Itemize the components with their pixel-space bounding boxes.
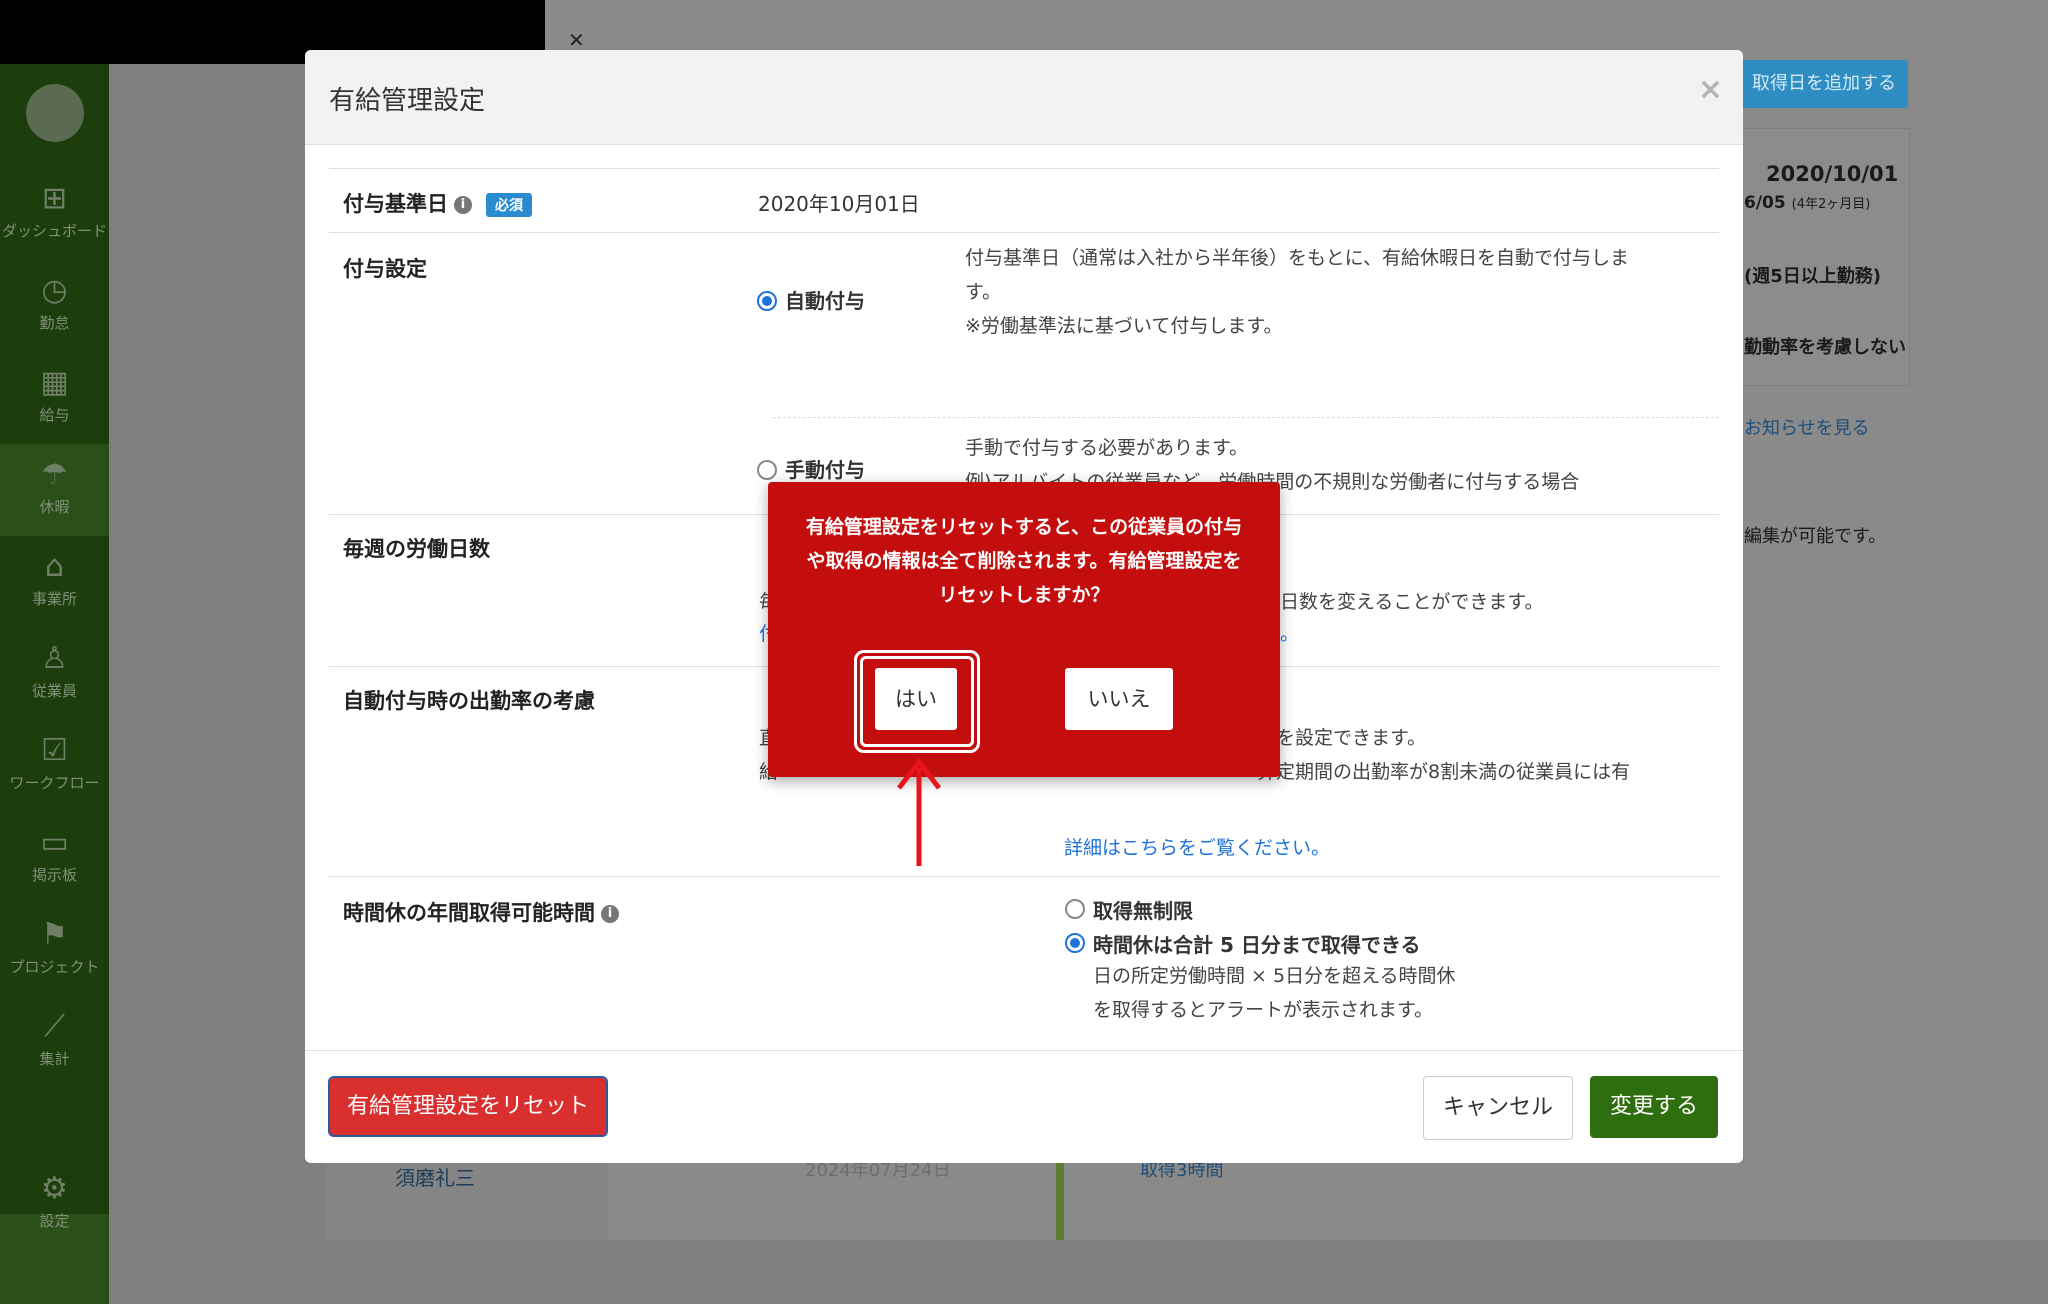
attendance-desc-1: かを設定できます。 [1257,727,1427,749]
row-label: 時間休の年間取得可能時間 i [343,897,619,927]
add-date-button[interactable]: 取得日を追加する [1740,60,1908,108]
row-label: 自動付与時の出勤率の考慮 [343,689,595,713]
divider [773,417,1719,418]
sidebar-item-settings[interactable]: ⚙ 設定 [0,1172,109,1231]
sidebar-item-label: 勤怠 [39,314,70,332]
auto-grant-label[interactable]: 自動付与 [785,285,865,314]
row-label: 毎週の労働日数 [343,537,490,561]
confirm-no-button[interactable]: いいえ [1065,668,1173,730]
unlimited-label[interactable]: 取得無制限 [1093,895,1193,924]
row-base-date: 付与基準日 i 必須 2020年10月01日 [329,168,1719,232]
employee-name[interactable]: 須磨礼三 [395,1162,475,1191]
sidebar-item-reports[interactable]: ⟋ 集計 [0,1010,109,1069]
person-icon: ♙ [41,641,68,676]
hourly-note: 日の所定労働時間 × 5日分を超える時間休 を取得するとアラートが表示されます。 [1093,965,1456,1021]
sidebar-item-label: ワークフロー [9,774,100,792]
confirm-message: 有給管理設定をリセットすると、この従業員の付与や取得の情報は全て削除されます。有… [805,516,1243,606]
modal-header: 有給管理設定 × [305,50,1743,145]
manual-grant-radio[interactable] [757,460,777,480]
attendance-desc-2: 算定期間の出勤率が8割未満の従業員には有 [1257,761,1631,783]
timeline-line [1056,1160,1064,1240]
checklist-icon: ☑ [41,733,68,768]
unlimited-radio[interactable] [1065,899,1085,919]
auto-grant-desc: 付与基準日（通常は入社から半年後）をもとに、有給休暇日を自動で付与しま す。 ※… [965,247,1630,337]
info-icon[interactable]: i [454,196,472,214]
base-date-value: 2020年10月01日 [758,192,920,216]
base-date-value: 2020/10/01 [1766,162,1899,186]
close-icon[interactable]: × [1698,72,1723,107]
sidebar-item-label: 給与 [39,406,70,424]
sidebar-item-board[interactable]: ▭ 掲示板 [0,826,109,885]
modal-title: 有給管理設定 [329,86,486,116]
row-grant-setting: 付与設定 自動付与 付与基準日（通常は入社から半年後）をもとに、有給休暇日を自動… [329,232,1719,515]
sidebar: ⊞ ダッシュボード ◷ 勤怠 ▦ 給与 ☂ 休暇 ⌂ 事業所 ♙ 従業員 ☑ ワ… [0,64,109,1304]
sidebar-item-dashboard[interactable]: ⊞ ダッシュボード [0,182,109,241]
sidebar-item-label: 設定 [39,1212,70,1230]
reset-confirm-popover: 有給管理設定をリセットすると、この従業員の付与や取得の情報は全て削除されます。有… [768,482,1280,777]
sidebar-item-leave[interactable]: ☂ 休暇 [0,444,109,536]
weekly-days-desc: る日数を変えることができます。 [1261,591,1544,613]
sidebar-item-label: 事業所 [31,590,77,608]
calculator-icon: ▦ [40,365,69,400]
notice-link[interactable]: お知らせを見る [1744,414,1870,440]
work-days-value: (週5日以上勤務) [1744,266,1881,287]
clock-icon: ◷ [41,273,68,308]
gear-icon: ⚙ [41,1171,68,1206]
sidebar-item-label: 休暇 [39,498,70,516]
sidebar-item-workflow[interactable]: ☑ ワークフロー [0,734,109,793]
confirm-yes-button[interactable]: はい [875,668,957,730]
chat-bubble-icon: ▭ [40,825,69,860]
sidebar-item-project[interactable]: ⚑ プロジェクト [0,918,109,977]
close-icon[interactable]: ✕ [568,28,585,52]
sidebar-item-label: 従業員 [31,682,77,700]
info-icon[interactable]: i [601,905,619,923]
auto-grant-radio[interactable] [757,291,777,311]
sidebar-item-attendance[interactable]: ◷ 勤怠 [0,274,109,333]
details-link[interactable]: 詳細はこちらをご覧ください。 [1064,833,1330,860]
attendance-value: 勤動率を考慮しない [1744,337,1906,358]
limited-label[interactable]: 時間休は合計 5 日分まで取得できる [1093,929,1420,958]
sidebar-item-payroll[interactable]: ▦ 給与 [0,366,109,425]
avatar[interactable] [26,84,84,142]
row-label: 付与設定 [343,257,427,281]
line-chart-icon: ⟋ [44,1009,65,1044]
home-icon: ⌂ [44,549,65,584]
sidebar-item-label: 集計 [39,1050,70,1068]
row-hourly-leave: 時間休の年間取得可能時間 i 取得無制限 時間休は合計 5 日分まで取得できる 日… [329,876,1719,1021]
limited-radio[interactable] [1065,933,1085,953]
sidebar-item-office[interactable]: ⌂ 事業所 [0,550,109,609]
reset-settings-button[interactable]: 有給管理設定をリセット [330,1078,606,1135]
row-label: 付与基準日 i 必須 [343,188,532,218]
sidebar-item-employees[interactable]: ♙ 従業員 [0,642,109,701]
submit-button[interactable]: 変更する [1590,1076,1718,1138]
cancel-button[interactable]: キャンセル [1423,1076,1573,1140]
sidebar-item-label: 掲示板 [31,866,77,884]
required-badge: 必須 [486,193,532,217]
edit-note: 編集が可能です。 [1744,526,1887,547]
sidebar-item-label: プロジェクト [9,958,100,976]
sidebar-item-label: ダッシュボード [1,222,107,240]
grid-icon: ⊞ [41,181,68,216]
flag-icon: ⚑ [41,917,68,952]
beach-umbrella-icon: ☂ [41,457,68,492]
manual-grant-label[interactable]: 手動付与 [785,454,865,483]
date-sub: 6/05 (4年2ヶ月目) [1744,193,1871,213]
modal-footer: 有給管理設定をリセット キャンセル 変更する [305,1050,1743,1163]
